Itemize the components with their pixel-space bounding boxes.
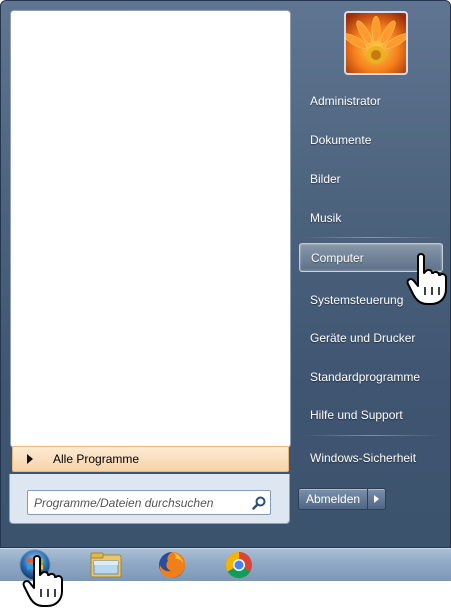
menu-item-label: Dokumente	[310, 132, 372, 147]
chevron-right-icon	[374, 495, 380, 503]
menu-item-label: Musik	[310, 210, 342, 225]
logoff-button[interactable]: Abmelden	[298, 488, 369, 510]
expand-arrow-icon	[27, 454, 33, 464]
shutdown-options-button[interactable]	[368, 488, 387, 510]
menu-item-bilder[interactable]: Bilder	[299, 164, 443, 193]
menu-item-geraete-und-drucker[interactable]: Geräte und Drucker	[299, 323, 443, 352]
hand-cursor-icon	[18, 553, 72, 609]
menu-item-musik[interactable]: Musik	[299, 203, 443, 232]
menu-item-label: Standardprogramme	[310, 369, 421, 384]
all-programs-label: Alle Programme	[53, 452, 140, 466]
menu-divider	[302, 435, 440, 436]
search-box[interactable]	[27, 490, 271, 515]
search-icon[interactable]	[248, 492, 270, 514]
programs-list-pane	[10, 10, 291, 448]
menu-item-label: Systemsteuerung	[310, 292, 404, 307]
menu-item-label: Administrator	[310, 93, 381, 108]
search-input[interactable]	[28, 494, 248, 511]
menu-item-windows-sicherheit[interactable]: Windows-Sicherheit	[299, 443, 443, 472]
menu-item-standardprogramme[interactable]: Standardprogramme	[299, 362, 443, 391]
menu-item-administrator[interactable]: Administrator	[299, 86, 443, 115]
chrome-icon[interactable]	[219, 549, 259, 581]
all-programs-button[interactable]: Alle Programme	[12, 446, 289, 472]
menu-item-hilfe-und-support[interactable]: Hilfe und Support	[299, 400, 443, 429]
firefox-icon[interactable]	[152, 549, 192, 581]
menu-item-label: Computer	[311, 250, 364, 265]
explorer-folder-icon[interactable]	[86, 549, 126, 581]
menu-item-label: Geräte und Drucker	[310, 330, 416, 345]
shutdown-group: Abmelden	[298, 488, 387, 510]
user-picture-flower[interactable]	[344, 11, 408, 75]
menu-item-label: Hilfe und Support	[310, 407, 403, 422]
menu-item-dokumente[interactable]: Dokumente	[299, 125, 443, 154]
menu-item-label: Windows-Sicherheit	[310, 450, 417, 465]
menu-item-label: Bilder	[310, 171, 341, 186]
hand-cursor-icon	[404, 251, 451, 307]
menu-divider	[302, 237, 440, 238]
